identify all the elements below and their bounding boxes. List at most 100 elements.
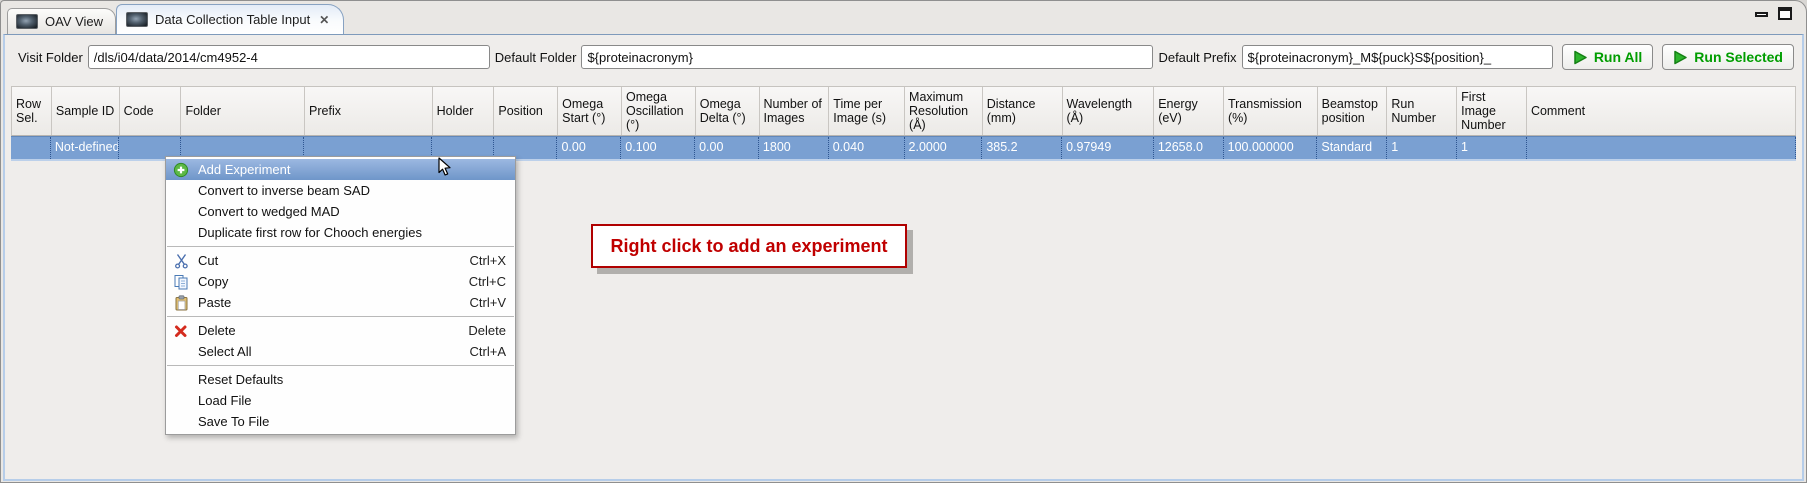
column-header[interactable]: Run Number [1387, 87, 1457, 135]
column-header[interactable]: Time per Image (s) [829, 87, 905, 135]
menu-item-label: Reset Defaults [198, 372, 283, 387]
app-window: OAV View Data Collection Table Input ✕ V… [0, 0, 1807, 483]
column-header[interactable]: Wavelength (Å) [1063, 87, 1155, 135]
data-collection-table: Row Sel.Sample IDCodeFolderPrefixHolderP… [11, 86, 1796, 161]
menu-item-shortcut: Ctrl+V [470, 295, 506, 310]
menu-item-label: Convert to inverse beam SAD [198, 183, 370, 198]
run-all-label: Run All [1594, 49, 1642, 65]
column-header[interactable]: Holder [433, 87, 495, 135]
paste-icon [171, 295, 191, 311]
menu-item-reset-defaults[interactable]: Reset Defaults [166, 369, 515, 390]
menu-separator [167, 365, 514, 366]
no-icon [171, 414, 191, 430]
menu-item-paste[interactable]: Paste Ctrl+V [166, 292, 515, 313]
column-header[interactable]: Sample ID [52, 87, 120, 135]
menu-item-delete[interactable]: Delete Delete [166, 320, 515, 341]
menu-item-label: Copy [198, 274, 228, 289]
menu-item-label: Duplicate first row for Chooch energies [198, 225, 422, 240]
menu-item-save-to-file[interactable]: Save To File [166, 411, 515, 432]
table-cell[interactable]: Standard [1317, 137, 1387, 159]
menu-item-label: Cut [198, 253, 218, 268]
default-prefix-label: Default Prefix [1158, 50, 1236, 65]
menu-item-duplicate-first-row-for-chooch-energies[interactable]: Duplicate first row for Chooch energies [166, 222, 515, 243]
cut-icon [171, 253, 191, 269]
default-prefix-input[interactable] [1242, 45, 1553, 69]
run-all-button[interactable]: Run All [1562, 44, 1653, 70]
tab-bar: OAV View Data Collection Table Input ✕ [7, 4, 344, 34]
table-cell[interactable]: 1800 [759, 137, 829, 159]
column-header[interactable]: First Image Number [1457, 87, 1527, 135]
tab-label: Data Collection Table Input [155, 12, 310, 27]
annotation-callout: Right click to add an experiment [591, 224, 907, 268]
column-header[interactable]: Row Sel. [12, 87, 52, 135]
column-header[interactable]: Energy (eV) [1154, 87, 1224, 135]
table-header-row: Row Sel.Sample IDCodeFolderPrefixHolderP… [11, 86, 1796, 136]
table-cell[interactable]: 0.040 [829, 137, 905, 159]
close-icon[interactable]: ✕ [319, 14, 329, 26]
menu-item-convert-to-wedged-mad[interactable]: Convert to wedged MAD [166, 201, 515, 222]
column-header[interactable]: Code [120, 87, 182, 135]
column-header[interactable]: Omega Delta (°) [696, 87, 760, 135]
menu-item-convert-to-inverse-beam-sad[interactable]: Convert to inverse beam SAD [166, 180, 515, 201]
table-cell[interactable] [1527, 137, 1796, 159]
column-header[interactable]: Position [494, 87, 558, 135]
table-cell[interactable] [11, 137, 51, 159]
no-icon [171, 393, 191, 409]
menu-item-shortcut: Ctrl+X [470, 253, 506, 268]
column-header[interactable]: Maximum Resolution (Å) [905, 87, 983, 135]
menu-item-select-all[interactable]: Select AllCtrl+A [166, 341, 515, 362]
menu-item-label: Delete [198, 323, 236, 338]
no-icon [171, 344, 191, 360]
minimize-icon[interactable] [1755, 12, 1768, 17]
table-cell[interactable]: 100.000000 [1224, 137, 1318, 159]
menu-item-load-file[interactable]: Load File [166, 390, 515, 411]
table-cell[interactable]: 1 [1387, 137, 1457, 159]
window-controls [1755, 7, 1792, 20]
table-cell[interactable]: 0.97949 [1062, 137, 1154, 159]
no-icon [171, 183, 191, 199]
maximize-icon[interactable] [1778, 7, 1792, 20]
column-header[interactable]: Beamstop position [1318, 87, 1388, 135]
camera-thumbnail-icon [126, 12, 148, 27]
menu-item-copy[interactable]: CopyCtrl+C [166, 271, 515, 292]
tab-oav-view[interactable]: OAV View [7, 8, 116, 34]
menu-item-label: Load File [198, 393, 251, 408]
column-header[interactable]: Omega Oscillation (°) [622, 87, 696, 135]
toolbar: Visit Folder Default Folder Default Pref… [13, 43, 1794, 71]
table-cell[interactable]: 0.00 [695, 137, 759, 159]
table-cell[interactable]: 2.0000 [905, 137, 983, 159]
visit-folder-input[interactable] [88, 45, 490, 69]
annotation-text: Right click to add an experiment [610, 236, 887, 257]
column-header[interactable]: Prefix [305, 87, 433, 135]
menu-item-label: Select All [198, 344, 251, 359]
default-folder-input[interactable] [581, 45, 1153, 69]
table-cell[interactable]: 385.2 [982, 137, 1062, 159]
column-header[interactable]: Omega Start (°) [558, 87, 622, 135]
column-header[interactable]: Folder [181, 87, 305, 135]
table-cell[interactable]: 12658.0 [1154, 137, 1224, 159]
menu-item-label: Convert to wedged MAD [198, 204, 340, 219]
delete-icon [171, 323, 191, 339]
run-selected-label: Run Selected [1694, 49, 1783, 65]
table-cell[interactable]: 0.00 [557, 137, 621, 159]
menu-item-label: Paste [198, 295, 231, 310]
tab-data-collection-table-input[interactable]: Data Collection Table Input ✕ [116, 4, 344, 34]
run-selected-button[interactable]: Run Selected [1662, 44, 1794, 70]
menu-item-cut[interactable]: Cut Ctrl+X [166, 250, 515, 271]
menu-item-add-experiment[interactable]: Add Experiment [166, 159, 515, 180]
menu-item-label: Save To File [198, 414, 269, 429]
table-cell[interactable]: 0.100 [621, 137, 695, 159]
no-icon [171, 204, 191, 220]
table-cell[interactable]: 1 [1457, 137, 1527, 159]
column-header[interactable]: Number of Images [760, 87, 830, 135]
column-header[interactable]: Distance (mm) [983, 87, 1063, 135]
table-cell[interactable]: Not-defined [51, 137, 119, 159]
column-header[interactable]: Transmission (%) [1224, 87, 1318, 135]
menu-item-label: Add Experiment [198, 162, 291, 177]
copy-icon [171, 274, 191, 290]
column-header[interactable]: Comment [1527, 87, 1796, 135]
visit-folder-label: Visit Folder [18, 50, 83, 65]
tab-label: OAV View [45, 14, 103, 29]
context-menu: Add Experiment Convert to inverse beam SA… [165, 156, 516, 435]
menu-item-shortcut: Delete [468, 323, 506, 338]
